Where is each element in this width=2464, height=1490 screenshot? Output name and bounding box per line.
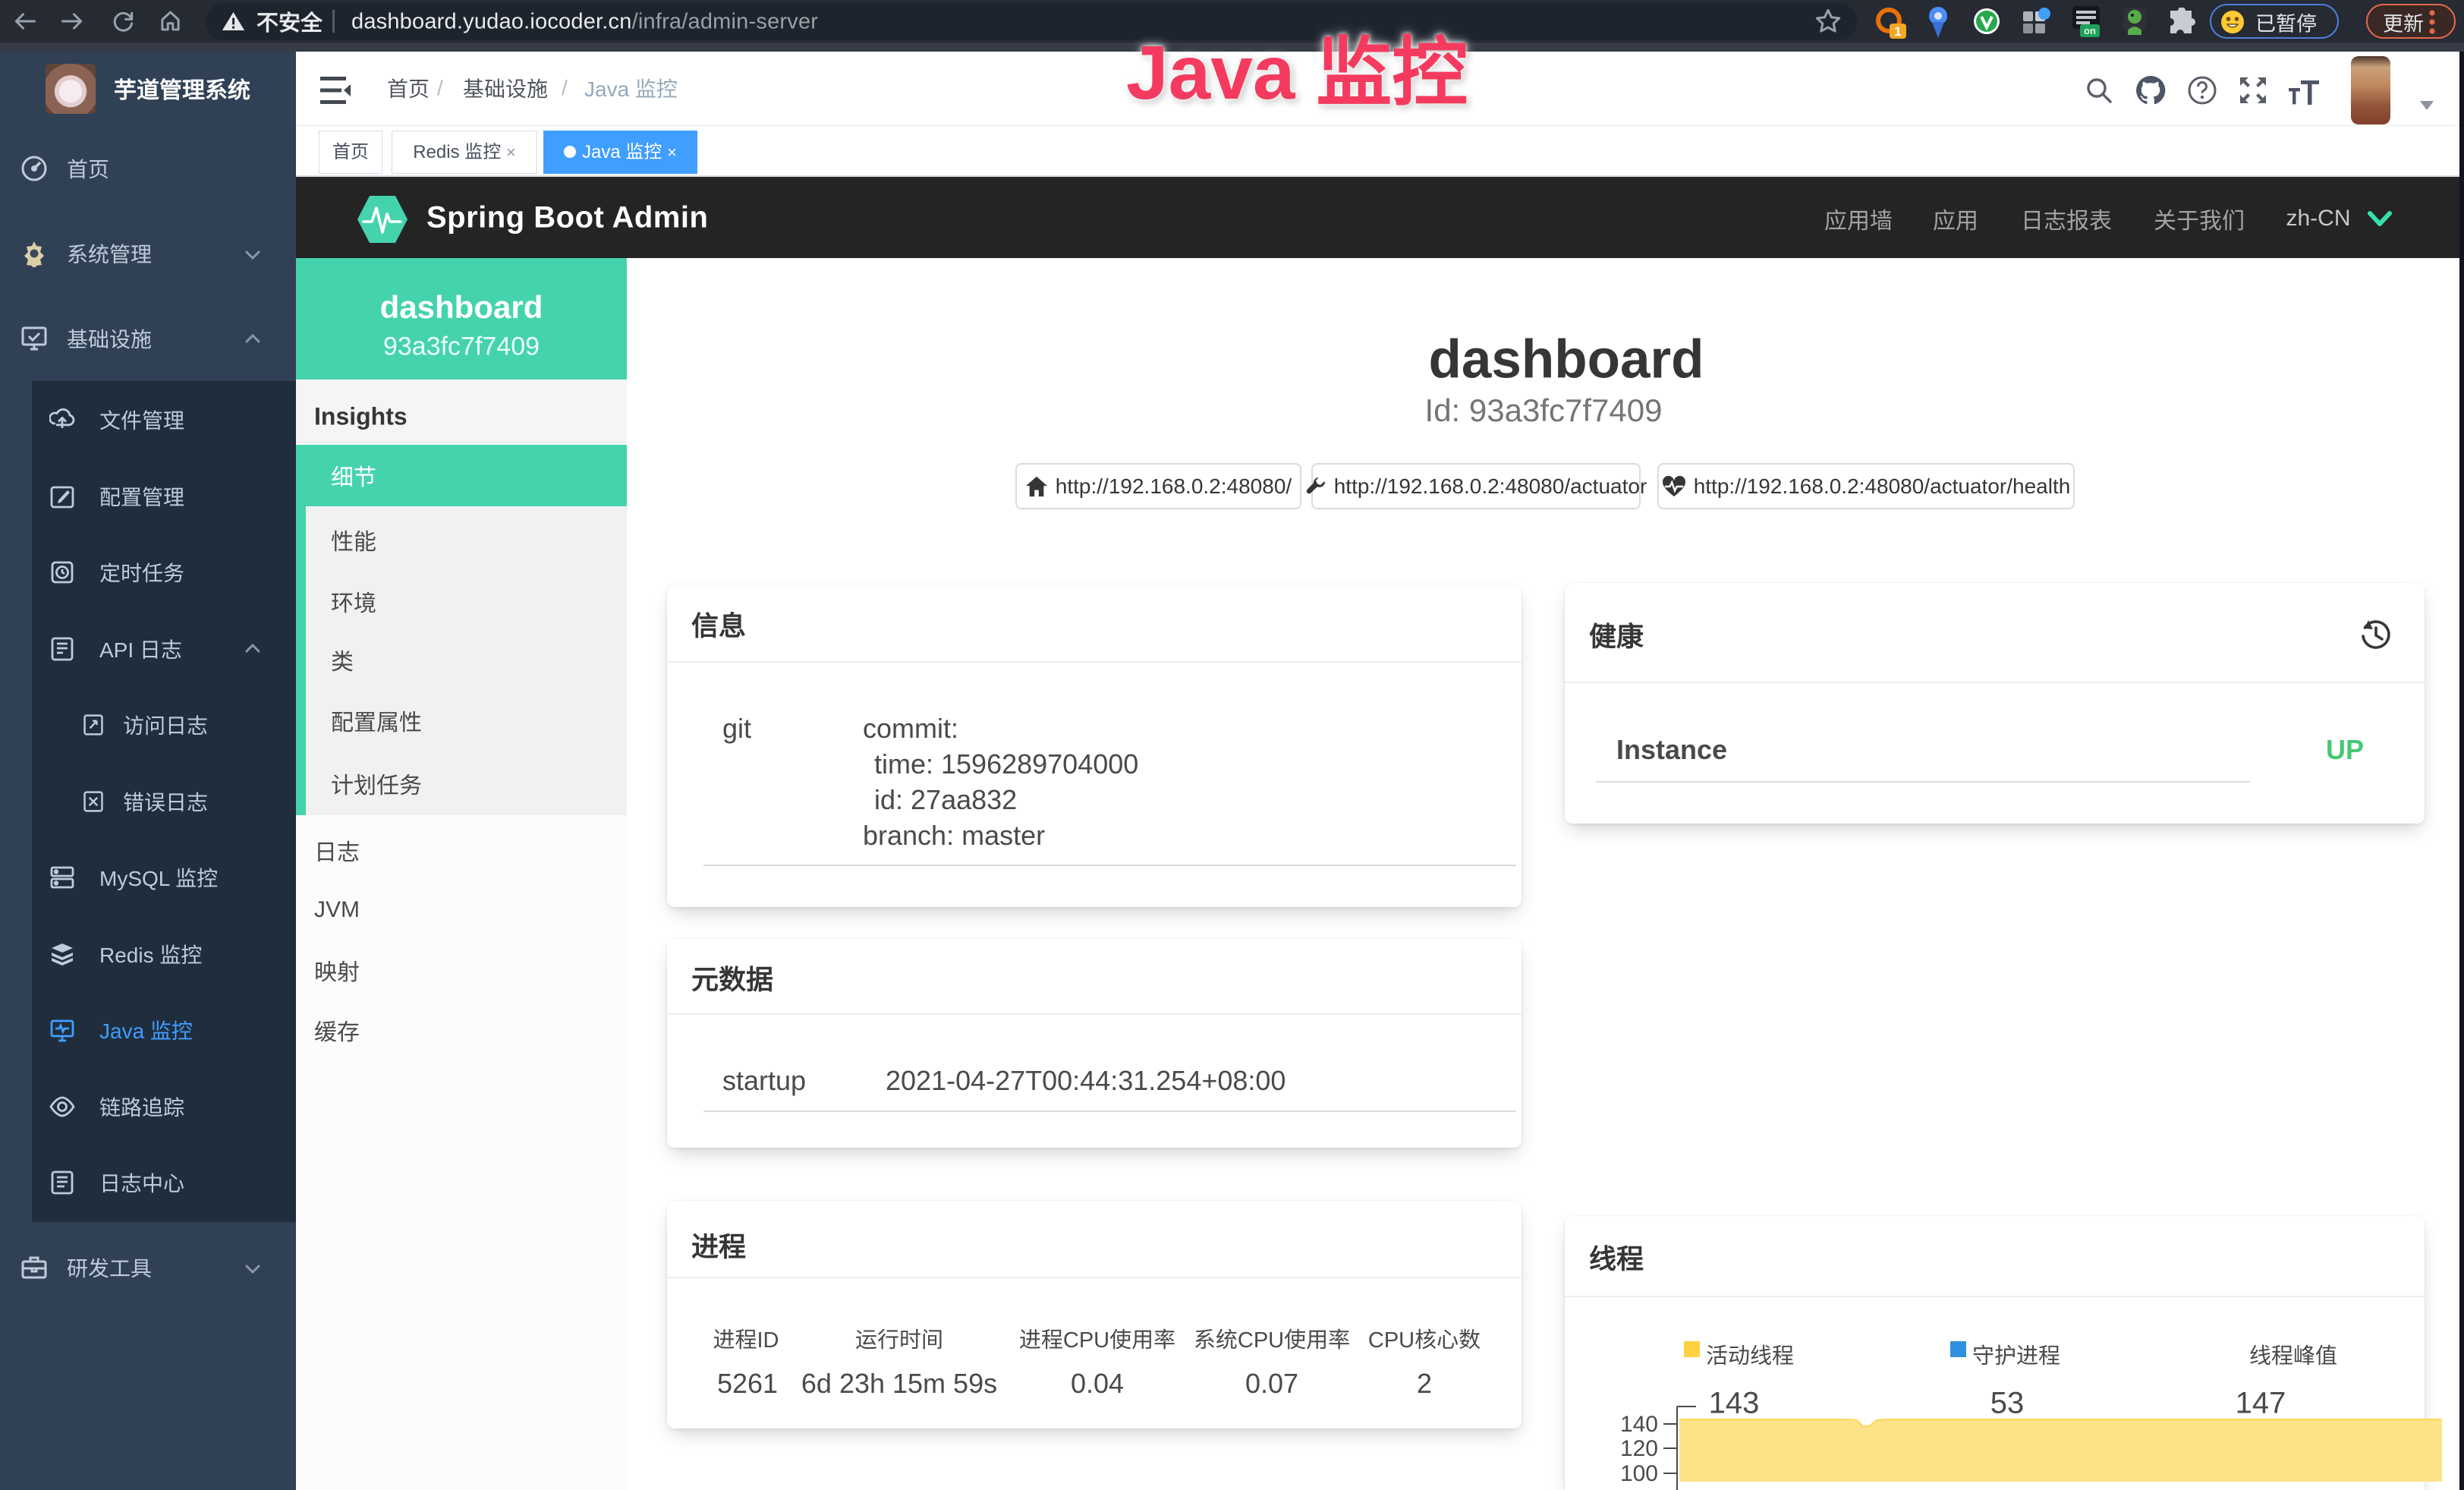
svg-text:1: 1 [1894, 24, 1901, 39]
svg-text:140: 140 [1620, 1412, 1658, 1437]
svg-text:on: on [2084, 25, 2096, 36]
svg-text:120: 120 [1620, 1436, 1658, 1461]
svg-text:100: 100 [1620, 1461, 1658, 1486]
